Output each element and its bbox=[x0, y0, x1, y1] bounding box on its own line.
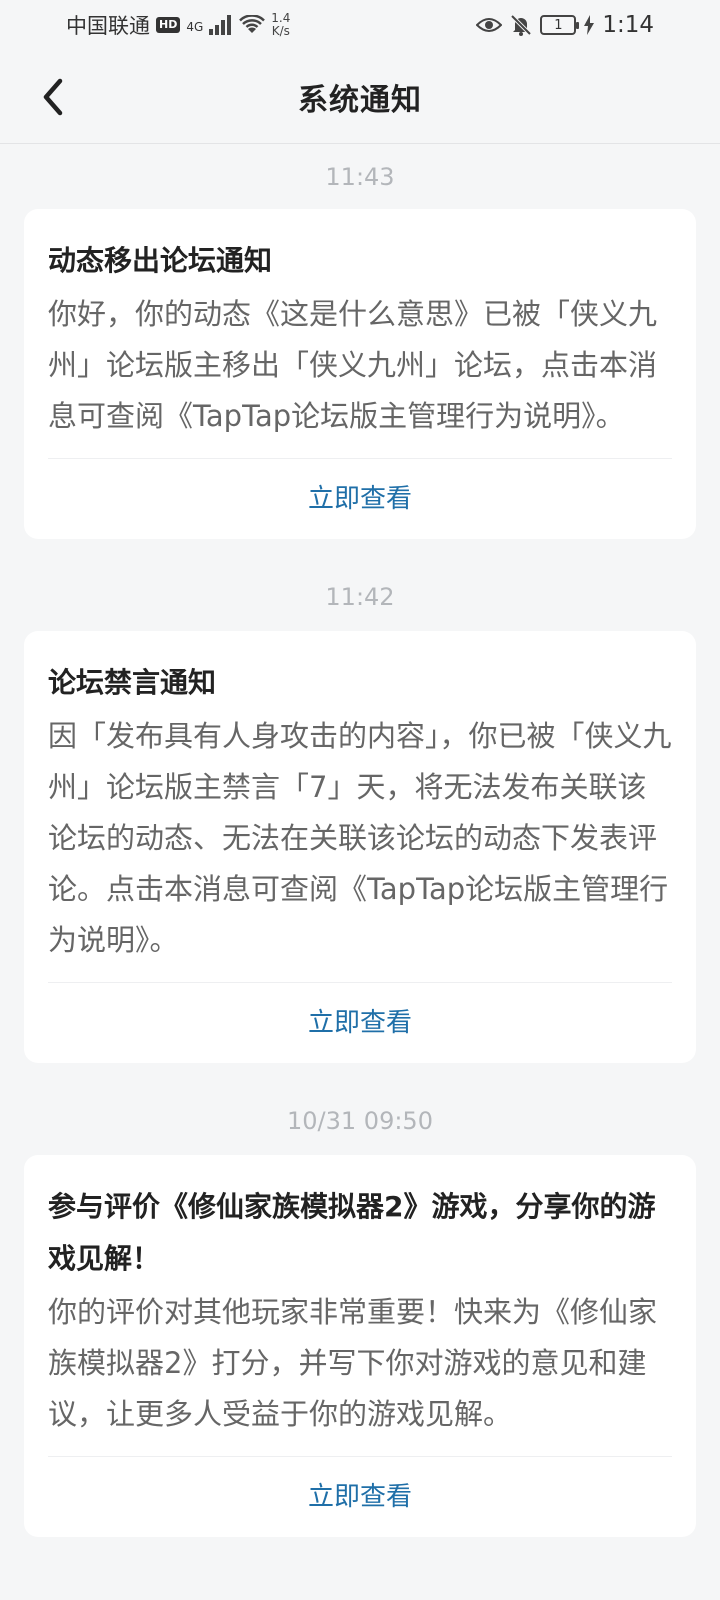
view-now-button[interactable]: 立即查看 bbox=[48, 459, 672, 539]
net-speed-unit: K/s bbox=[271, 24, 290, 38]
page-title: 系统通知 bbox=[298, 82, 422, 118]
battery-level: 1 bbox=[554, 17, 563, 33]
notification-title: 动态移出论坛通知 bbox=[48, 244, 273, 277]
notification-feed[interactable]: 11:43 动态移出论坛通知 你好，你的动态《这是什么意思》已被「侠义九州」论坛… bbox=[0, 145, 720, 1537]
status-bar: 中国联通 HD 4G 1.4 K/s 1 1:14 bbox=[0, 0, 720, 50]
battery-icon: 1 bbox=[540, 15, 580, 35]
notification-card[interactable]: 参与评价《修仙家族模拟器2》游戏，分享你的游戏见解！ 你的评价对其他玩家非常重要… bbox=[24, 1155, 696, 1537]
eye-icon bbox=[476, 18, 503, 32]
notification-group: 11:43 动态移出论坛通知 你好，你的动态《这是什么意思》已被「侠义九州」论坛… bbox=[0, 159, 720, 539]
clock: 1:14 bbox=[602, 12, 654, 38]
notification-card[interactable]: 论坛禁言通知 因「发布具有人身攻击的内容」，你已被「侠义九州」论坛版主禁言「7」… bbox=[24, 631, 696, 1063]
charging-icon bbox=[584, 15, 595, 35]
chevron-left-icon bbox=[43, 78, 63, 116]
hd-icon: HD bbox=[156, 17, 181, 33]
view-now-button[interactable]: 立即查看 bbox=[48, 1457, 672, 1537]
back-button[interactable] bbox=[28, 72, 78, 122]
notification-time: 11:42 bbox=[325, 583, 395, 611]
notification-time: 10/31 09:50 bbox=[287, 1107, 433, 1135]
notification-body: 你的评价对其他玩家非常重要！快来为《修仙家族模拟器2》打分，并写下你对游戏的意见… bbox=[48, 1295, 658, 1431]
notification-group: 10/31 09:50 参与评价《修仙家族模拟器2》游戏，分享你的游戏见解！ 你… bbox=[0, 1103, 720, 1537]
notification-time: 11:43 bbox=[325, 163, 395, 191]
carrier-label: 中国联通 bbox=[66, 14, 150, 38]
net-speed: 1.4 K/s bbox=[271, 12, 290, 38]
notification-title: 参与评价《修仙家族模拟器2》游戏，分享你的游戏见解！ bbox=[48, 1190, 656, 1275]
notification-group: 11:42 论坛禁言通知 因「发布具有人身攻击的内容」，你已被「侠义九州」论坛版… bbox=[0, 579, 720, 1063]
nav-bar: 系统通知 bbox=[0, 50, 720, 144]
status-right: 1 1:14 bbox=[476, 12, 654, 38]
wifi-icon bbox=[239, 15, 266, 33]
notification-title: 论坛禁言通知 bbox=[48, 666, 217, 699]
view-now-button[interactable]: 立即查看 bbox=[48, 983, 672, 1063]
notification-body: 因「发布具有人身攻击的内容」，你已被「侠义九州」论坛版主禁言「7」天，将无法发布… bbox=[48, 719, 672, 957]
notification-card[interactable]: 动态移出论坛通知 你好，你的动态《这是什么意思》已被「侠义九州」论坛版主移出「侠… bbox=[24, 209, 696, 539]
notification-body: 你好，你的动态《这是什么意思》已被「侠义九州」论坛版主移出「侠义九州」论坛，点击… bbox=[48, 297, 658, 433]
bell-muted-icon bbox=[510, 14, 532, 36]
network-type: 4G bbox=[186, 20, 204, 34]
status-left: 中国联通 HD 4G 1.4 K/s bbox=[66, 10, 290, 40]
signal-icon bbox=[209, 15, 232, 35]
